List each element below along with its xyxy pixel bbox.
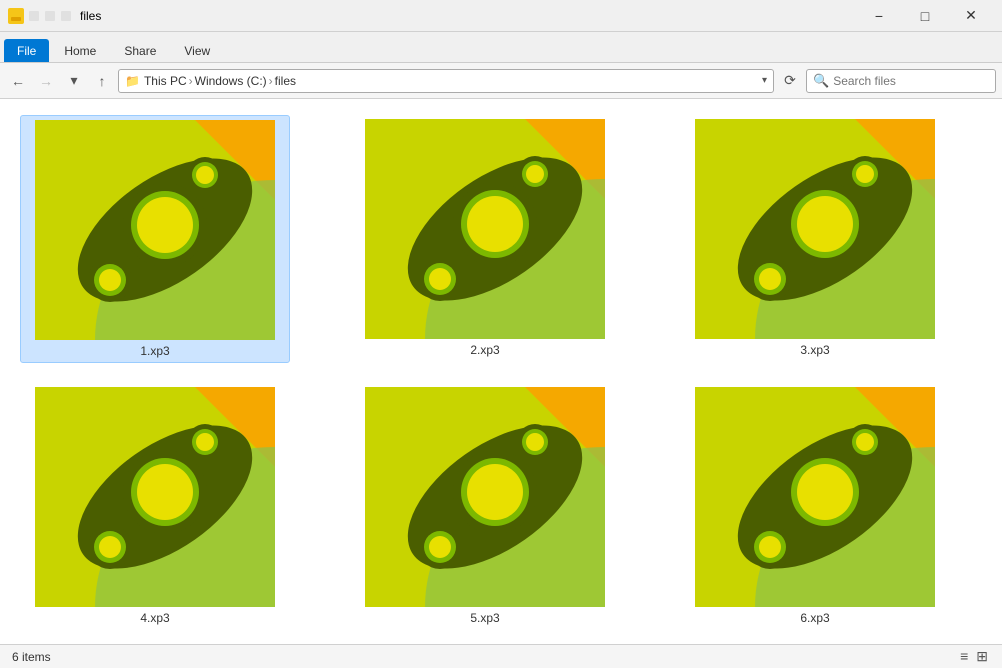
file-name-5: 5.xp3 [470, 611, 499, 625]
app-icon [8, 8, 24, 24]
ribbon: File Home Share View [0, 32, 1002, 63]
tab-file[interactable]: File [4, 39, 49, 62]
up-button[interactable]: ↑ [90, 69, 114, 93]
toolbar-icon-3 [61, 11, 71, 21]
file-name-3: 3.xp3 [800, 343, 829, 357]
maximize-button[interactable]: □ [902, 0, 948, 32]
file-item-1[interactable]: 1.xp3 [20, 115, 290, 363]
status-bar: 6 items ≡ ⊞ [0, 644, 1002, 668]
item-count: 6 items [12, 650, 51, 664]
toolbar-icon-1 [29, 11, 39, 21]
tab-home[interactable]: Home [51, 39, 109, 62]
view-controls: ≡ ⊞ [958, 646, 990, 667]
address-dropdown-icon[interactable]: ▾ [762, 75, 767, 86]
forward-button[interactable]: → [34, 69, 58, 93]
large-icons-view-button[interactable]: ⊞ [974, 646, 990, 667]
breadcrumb-windows[interactable]: Windows (C:) [195, 74, 267, 88]
file-item-4[interactable]: 4.xp3 [20, 383, 290, 629]
address-box[interactable]: 📁 This PC › Windows (C:) › files ▾ [118, 69, 774, 93]
back-button[interactable]: ← [6, 69, 30, 93]
file-name-6: 6.xp3 [800, 611, 829, 625]
file-item-6[interactable]: 6.xp3 [680, 383, 950, 629]
file-thumbnail-6 [695, 387, 935, 607]
file-thumbnail-5 [365, 387, 605, 607]
breadcrumb: This PC › Windows (C:) › files [144, 74, 758, 88]
file-thumbnail-3 [695, 119, 935, 339]
file-name-1: 1.xp3 [140, 344, 169, 358]
file-thumbnail-1 [35, 120, 275, 340]
title-bar: files − □ ✕ [0, 0, 1002, 32]
folder-icon: 📁 [125, 74, 140, 88]
search-icon: 🔍 [813, 73, 829, 89]
file-item-5[interactable]: 5.xp3 [350, 383, 620, 629]
file-item-2[interactable]: 2.xp3 [350, 115, 620, 363]
breadcrumb-files[interactable]: files [275, 74, 296, 88]
ribbon-tab-bar: File Home Share View [0, 32, 1002, 62]
title-bar-text: files [80, 9, 101, 23]
file-name-4: 4.xp3 [140, 611, 169, 625]
breadcrumb-this-pc[interactable]: This PC [144, 74, 187, 88]
refresh-button[interactable]: ⟳ [778, 69, 802, 93]
close-button[interactable]: ✕ [948, 0, 994, 32]
toolbar-icon-2 [45, 11, 55, 21]
window-controls: − □ ✕ [856, 0, 994, 32]
details-view-button[interactable]: ≡ [958, 646, 970, 667]
files-grid: 1.xp3 2.xp3 [20, 115, 950, 628]
tab-view[interactable]: View [171, 39, 223, 62]
recent-locations-button[interactable]: ▾ [62, 69, 86, 93]
main-content: 1.xp3 2.xp3 [0, 99, 1002, 644]
minimize-button[interactable]: − [856, 0, 902, 32]
search-input[interactable] [833, 74, 989, 88]
file-name-2: 2.xp3 [470, 343, 499, 357]
address-bar: ← → ▾ ↑ 📁 This PC › Windows (C:) › files… [0, 63, 1002, 99]
file-thumbnail-4 [35, 387, 275, 607]
search-box[interactable]: 🔍 [806, 69, 996, 93]
tab-share[interactable]: Share [111, 39, 169, 62]
file-item-3[interactable]: 3.xp3 [680, 115, 950, 363]
file-thumbnail-2 [365, 119, 605, 339]
